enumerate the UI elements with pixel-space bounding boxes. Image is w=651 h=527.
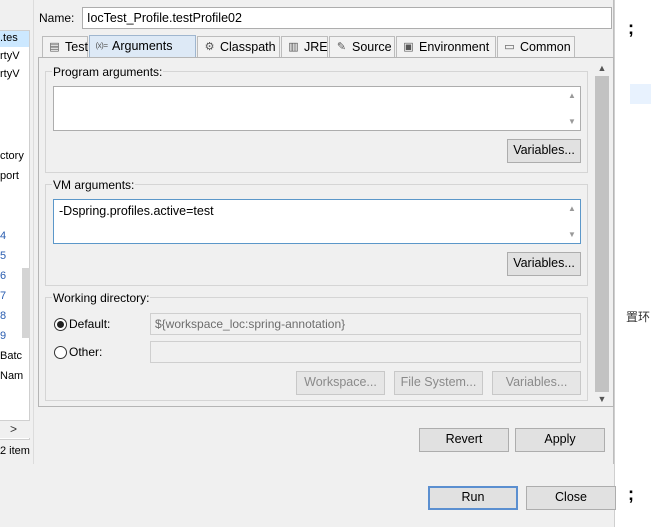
editor-code-semicolon-bottom: ; xyxy=(628,484,634,504)
default-directory-field: ${workspace_loc:spring-annotation} xyxy=(150,313,581,335)
default-directory-radio[interactable] xyxy=(54,318,67,331)
tab-label: JRE xyxy=(304,40,328,54)
tab-source[interactable]: ✎ Source xyxy=(329,36,395,58)
working-directory-label: Working directory: xyxy=(52,291,151,305)
tab-common[interactable]: ▭ Common xyxy=(497,36,575,58)
tab-label: Test xyxy=(65,40,88,54)
editor-panel xyxy=(614,0,651,527)
default-directory-label: Default: xyxy=(69,317,111,331)
tab-page-scrollbar[interactable]: ▲ ▼ xyxy=(593,61,611,406)
test-icon: ▤ xyxy=(49,41,60,53)
other-directory-field[interactable] xyxy=(150,341,581,363)
program-arguments-textarea[interactable]: ▲ ▼ xyxy=(53,86,581,131)
other-directory-label: Other: xyxy=(69,345,103,359)
workspace-button[interactable]: Workspace... xyxy=(296,371,385,395)
tab-label: Environment xyxy=(419,40,490,54)
scroll-up-icon[interactable]: ▲ xyxy=(593,61,611,75)
name-label: Name: xyxy=(39,11,75,25)
project-tree[interactable]: .tes rtyV rtyV ctory port 4 5 6 7 8 9 Batc Nam xyxy=(0,30,30,440)
tab-label: Common xyxy=(520,40,571,54)
vm-arguments-textarea[interactable]: -Dspring.profiles.active=test ▲ ▼ xyxy=(53,199,581,244)
other-directory-radio[interactable] xyxy=(54,346,67,359)
tree-item[interactable]: .tes xyxy=(0,31,29,47)
arguments-icon: (x)= xyxy=(95,41,109,50)
scroll-down-icon[interactable]: ▼ xyxy=(593,392,611,406)
tree-item[interactable]: port xyxy=(0,167,29,185)
tab-label: Source xyxy=(352,40,392,54)
jre-icon: ▥ xyxy=(288,41,299,53)
tab-environment[interactable]: ▣ Environment xyxy=(396,36,496,58)
source-icon: ✎ xyxy=(336,41,347,53)
tree-item[interactable]: Batc xyxy=(0,347,29,365)
vm-arguments-label: VM arguments: xyxy=(52,178,136,192)
configuration-name-input[interactable]: IocTest_Profile.testProfile02 xyxy=(82,7,612,29)
tree-item[interactable]: 4 xyxy=(0,227,29,245)
tree-item[interactable]: rtyV xyxy=(0,65,29,83)
run-button[interactable]: Run xyxy=(428,486,518,510)
scrollbar-thumb[interactable] xyxy=(595,76,609,392)
environment-icon: ▣ xyxy=(403,41,414,53)
apply-button[interactable]: Apply xyxy=(515,428,605,452)
tab-test[interactable]: ▤ Test xyxy=(42,36,88,58)
working-dir-variables-button[interactable]: Variables... xyxy=(492,371,581,395)
textarea-scroll-arrows[interactable]: ▲ ▼ xyxy=(564,200,580,243)
tree-status: 2 item xyxy=(0,445,30,457)
tree-scrollbar-thumb[interactable] xyxy=(22,268,30,338)
editor-current-line xyxy=(630,84,651,104)
common-icon: ▭ xyxy=(504,41,515,53)
program-arguments-label: Program arguments: xyxy=(52,65,164,79)
textarea-scroll-arrows[interactable]: ▲ ▼ xyxy=(564,87,580,130)
classpath-icon: ⚙ xyxy=(204,41,215,53)
tab-jre[interactable]: ▥ JRE xyxy=(281,36,328,58)
tree-item[interactable]: ctory xyxy=(0,147,29,165)
tab-label: Arguments xyxy=(112,39,173,53)
tree-horizontal-scrollbar[interactable]: > xyxy=(0,420,30,438)
tab-label: Classpath xyxy=(220,40,276,54)
editor-comment-text: 置环 xyxy=(626,310,651,324)
vm-arguments-value: -Dspring.profiles.active=test xyxy=(59,204,214,218)
editor-code-semicolon: ; xyxy=(628,18,634,38)
revert-button[interactable]: Revert xyxy=(419,428,509,452)
tree-item[interactable]: rtyV xyxy=(0,47,29,65)
tree-item[interactable]: 5 xyxy=(0,247,29,265)
file-system-button[interactable]: File System... xyxy=(394,371,483,395)
program-variables-button[interactable]: Variables... xyxy=(507,139,581,163)
dialog-button-bar xyxy=(0,464,614,527)
scroll-right-icon[interactable]: > xyxy=(10,422,17,436)
tab-arguments[interactable]: (x)= Arguments xyxy=(89,35,196,59)
tree-item[interactable]: Nam xyxy=(0,367,29,385)
tab-classpath[interactable]: ⚙ Classpath xyxy=(197,36,280,58)
vm-variables-button[interactable]: Variables... xyxy=(507,252,581,276)
close-button[interactable]: Close xyxy=(526,486,616,510)
